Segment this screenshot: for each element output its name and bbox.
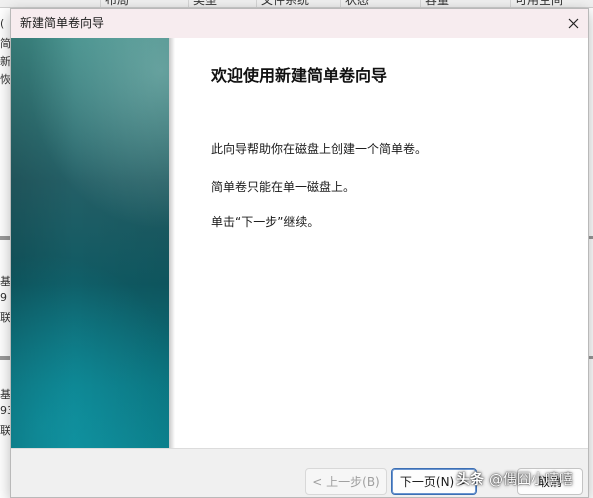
wizard-content: 欢迎使用新建简单卷向导 此向导帮助你在磁盘上创建一个简单卷。 简单卷只能在单一磁… (211, 38, 581, 448)
banner-shade (11, 38, 169, 448)
dialog-titlebar[interactable]: 新建简单卷向导 (11, 9, 588, 38)
column-header-free-space[interactable]: 可用空间 (510, 0, 563, 7)
column-header-filesystem[interactable]: 文件系统 (256, 0, 309, 7)
banner-edge (169, 38, 175, 448)
intro-text: 此向导帮助你在磁盘上创建一个简单卷。 (211, 142, 428, 156)
bg-divider (589, 356, 593, 359)
new-simple-volume-wizard: 新建简单卷向导 欢迎使用新建简单卷向导 此向导帮助你在磁盘上创建一个简单卷。 简… (10, 8, 589, 498)
volume-list-header: 布局 类型 文件系统 状态 容量 可用空间 (0, 0, 593, 8)
wizard-footer: < 上一步(B) 下一页(N) > 取消 (11, 448, 588, 497)
dialog-title: 新建简单卷向导 (20, 16, 105, 30)
column-header-type[interactable]: 类型 (188, 0, 217, 7)
next-button[interactable]: 下一页(N) > (391, 468, 477, 495)
column-header-status[interactable]: 状态 (340, 0, 369, 7)
bg-divider (589, 236, 593, 239)
single-disk-note: 简单卷只能在单一磁盘上。 (211, 180, 356, 194)
cancel-button[interactable]: 取消 (517, 468, 583, 495)
column-header-capacity[interactable]: 容量 (420, 0, 449, 7)
wizard-side-banner (11, 38, 169, 448)
back-button[interactable]: < 上一步(B) (305, 468, 387, 495)
column-header-layout[interactable]: 布局 (100, 0, 129, 7)
close-icon (568, 18, 578, 28)
background-right-strip (589, 8, 593, 498)
continue-instruction: 单击“下一步”继续。 (211, 215, 320, 229)
close-button[interactable] (558, 9, 588, 37)
welcome-heading: 欢迎使用新建简单卷向导 (211, 66, 388, 85)
